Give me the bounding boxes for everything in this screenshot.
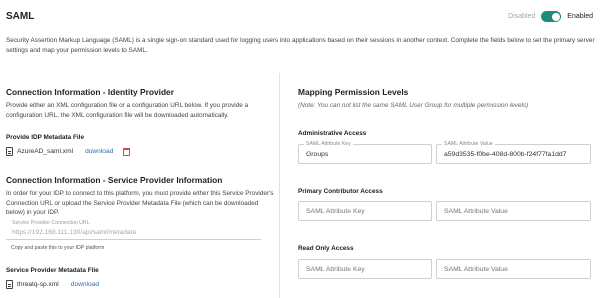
file-icon — [6, 147, 13, 156]
sp-section-text: In order for your IDP to connect to this… — [6, 190, 274, 216]
admin-key-field[interactable]: SAML Attribute Key Groups — [298, 141, 432, 164]
saml-enable-toggle[interactable] — [541, 11, 562, 22]
sp-metadata-heading: Service Provider Metadata File — [6, 267, 99, 274]
toggle-enabled-label: Enabled — [567, 13, 593, 20]
readonly-access-label: Read Only Access — [298, 245, 354, 252]
idp-section-heading: Connection Information - Identity Provid… — [6, 87, 174, 97]
contributor-value-field[interactable]: SAML Attribute Value — [436, 201, 591, 221]
contributor-key-field[interactable]: SAML Attribute Key — [298, 201, 432, 221]
sp-connection-url-field[interactable]: Service Provider Connection URL https://… — [6, 219, 261, 240]
contributor-access-label: Primary Contributor Access — [298, 188, 383, 195]
file-icon — [6, 280, 13, 289]
readonly-value-placeholder: SAML Attribute Value — [444, 266, 508, 273]
admin-value-value[interactable]: a59d3535-f0be-408d-800b-f24f77fa1dd7 — [444, 151, 587, 158]
sp-section-heading: Connection Information - Service Provide… — [6, 175, 223, 185]
column-divider — [279, 73, 280, 298]
idp-metadata-heading: Provide IDP Metadata File — [6, 134, 85, 141]
sp-url-value[interactable]: https://192.168.111.130/api/saml/metadat… — [12, 229, 136, 236]
admin-value-label: SAML Attribute Value — [442, 141, 495, 147]
toggle-knob — [551, 12, 560, 21]
sp-url-label: Service Provider Connection URL — [12, 220, 90, 226]
sp-file-name: threatq-sp.xml — [17, 281, 59, 288]
idp-file-row: AzureAD_saml.xml download — [6, 147, 131, 156]
idp-download-link[interactable]: download — [85, 148, 113, 155]
saml-enable-toggle-group: Disabled Enabled — [508, 11, 593, 22]
contributor-key-placeholder: SAML Attribute Key — [306, 208, 365, 215]
idp-section-text: Provide either an XML configuration file… — [6, 102, 249, 119]
mapping-note: (Note: You can not list the same SAML Us… — [298, 102, 529, 109]
sp-download-link[interactable]: download — [71, 281, 99, 288]
admin-value-field[interactable]: SAML Attribute Value a59d3535-f0be-408d-… — [436, 141, 591, 164]
sp-file-row: threatq-sp.xml download — [6, 280, 99, 289]
saml-description: Security Assertion Markup Language (SAML… — [6, 37, 595, 54]
sp-url-helper: Copy and paste this to your IDP platform — [11, 245, 105, 251]
readonly-value-field[interactable]: SAML Attribute Value — [436, 259, 591, 279]
page-title: SAML — [6, 11, 35, 22]
contributor-value-placeholder: SAML Attribute Value — [444, 208, 508, 215]
admin-key-value[interactable]: Groups — [306, 151, 428, 158]
mapping-heading: Mapping Permission Levels — [298, 87, 409, 97]
admin-key-label: SAML Attribute Key — [304, 141, 353, 147]
readonly-key-field[interactable]: SAML Attribute Key — [298, 259, 432, 279]
trash-icon[interactable] — [123, 147, 131, 156]
admin-access-label: Administrative Access — [298, 130, 367, 137]
readonly-key-placeholder: SAML Attribute Key — [306, 266, 365, 273]
toggle-disabled-label: Disabled — [508, 13, 536, 20]
idp-file-name: AzureAD_saml.xml — [17, 148, 74, 155]
